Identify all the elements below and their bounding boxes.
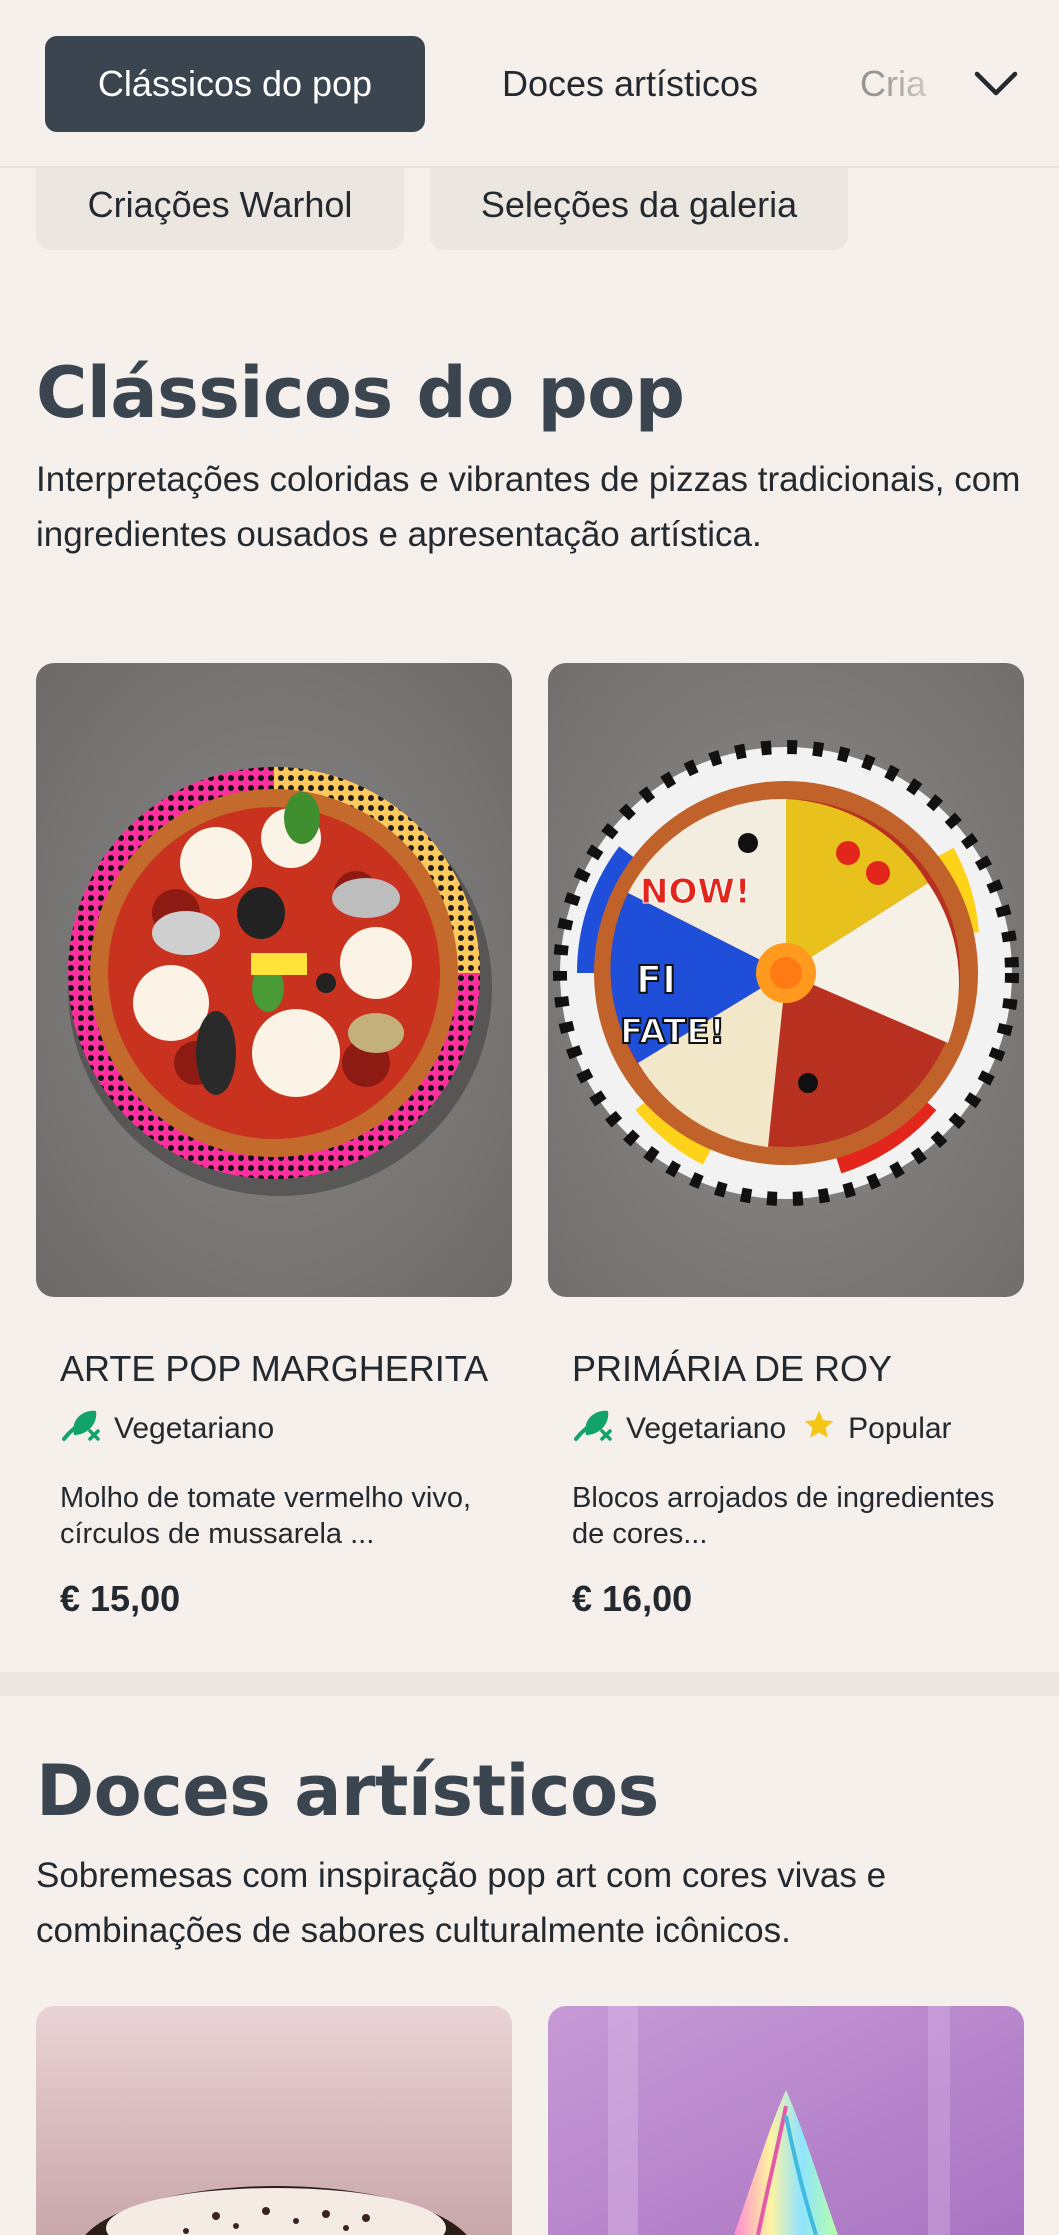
category-nav: Clássicos do pop Doces artísticos Cria — [0, 0, 1059, 168]
tabs-fade-overlay — [880, 20, 960, 150]
image-text-fate: FATE! — [620, 1012, 725, 1052]
tab-classicos-do-pop[interactable]: Clássicos do pop — [45, 36, 425, 132]
product-tags: Vegetariano — [60, 1405, 290, 1453]
tag-popular: Popular — [802, 1408, 952, 1450]
chevron-down-icon[interactable] — [958, 46, 1034, 122]
section-title: Doces artísticos — [36, 1750, 659, 1832]
chip-selecoes-da-galeria[interactable]: Seleções da galeria — [430, 160, 848, 250]
product-price: € 15,00 — [60, 1578, 181, 1619]
product-description: Molho de tomate vermelho vivo, círculos … — [60, 1482, 472, 1550]
image-text-now: NOW! — [640, 872, 750, 912]
section-divider — [0, 1672, 1059, 1696]
section-description: Interpretações coloridas e vibrantes de … — [36, 460, 1021, 554]
tag-vegetariano: Vegetariano — [572, 1405, 786, 1453]
product-name[interactable]: PRIMÁRIA DE ROY — [572, 1348, 892, 1390]
tag-label: Vegetariano — [626, 1412, 787, 1445]
vegetarian-icon — [572, 1405, 626, 1453]
product-price: € 16,00 — [572, 1578, 693, 1619]
tab-doces-artisticos[interactable]: Doces artísticos — [445, 36, 815, 132]
tag-label: Popular — [848, 1412, 952, 1445]
product-image-primaria-de-roy[interactable]: NOW! FI FATE! — [548, 663, 1024, 1297]
product-image-dessert-2[interactable] — [548, 2006, 1024, 2235]
product-name[interactable]: ARTE POP MARGHERITA — [60, 1348, 488, 1390]
section-description: Sobremesas com inspiração pop art com co… — [36, 1856, 887, 1950]
product-image-arte-pop-margherita[interactable] — [36, 663, 512, 1297]
section-title: Clássicos do pop — [36, 352, 685, 434]
chip-criacoes-warhol[interactable]: Criações Warhol — [36, 160, 404, 250]
product-tags: Vegetariano Popular — [572, 1405, 968, 1453]
product-image-dessert-1[interactable] — [36, 2006, 512, 2235]
product-description: Blocos arrojados de ingredientes de core… — [572, 1482, 995, 1550]
star-icon — [802, 1408, 848, 1450]
tag-label: Vegetariano — [114, 1412, 275, 1445]
vegetarian-icon — [60, 1405, 114, 1453]
image-text-fi: FI — [636, 958, 676, 1002]
tag-vegetariano: Vegetariano — [60, 1405, 274, 1453]
